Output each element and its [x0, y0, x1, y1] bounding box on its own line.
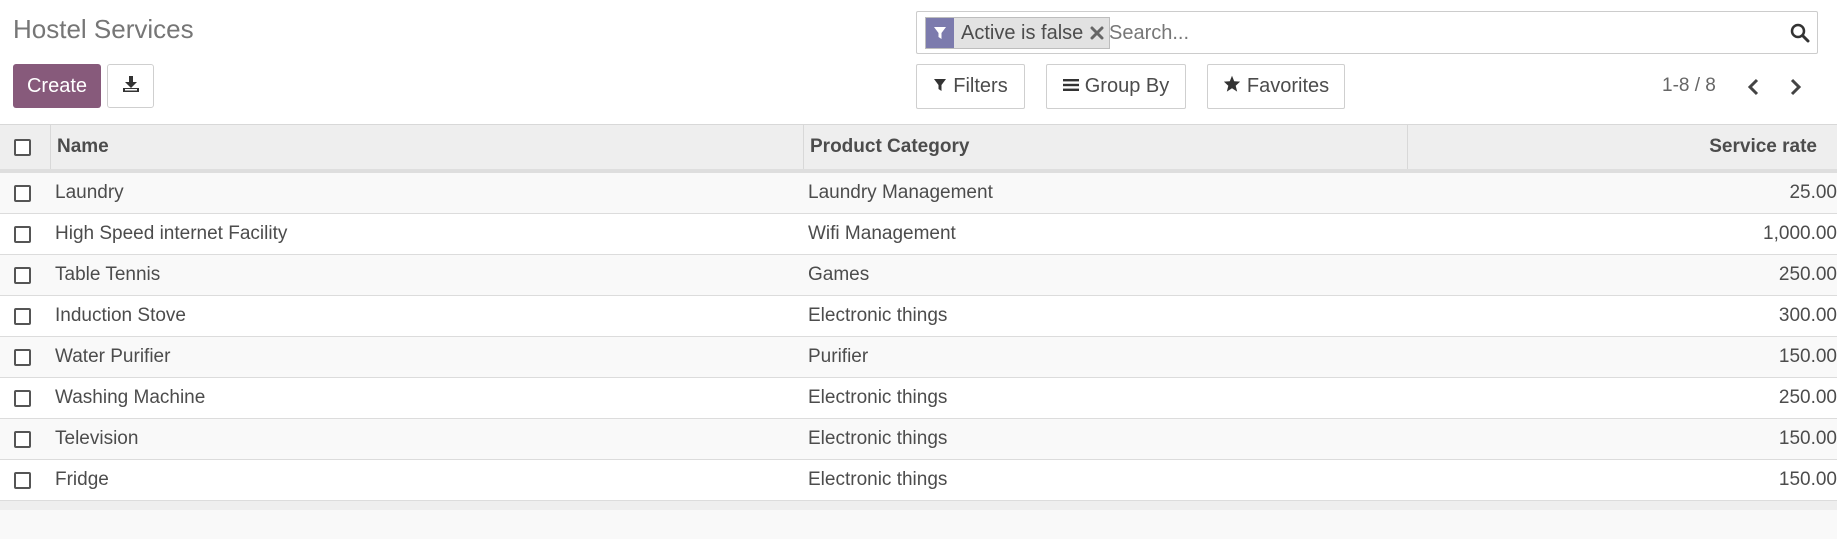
cell-product-category: Wifi Management — [808, 223, 956, 244]
filters-button[interactable]: Filters — [916, 64, 1025, 109]
column-header-name[interactable]: Name — [57, 125, 109, 169]
table-header: Name Product Category Service rate — [0, 124, 1837, 173]
table-row[interactable]: Television Electronic things 150.00 — [0, 419, 1837, 460]
cell-name: Laundry — [55, 182, 124, 203]
cell-service-rate: 300.00 — [1778, 305, 1837, 326]
row-checkbox[interactable] — [13, 184, 31, 202]
cell-name: Television — [55, 428, 139, 449]
cell-product-category: Electronic things — [808, 305, 948, 326]
row-checkbox[interactable] — [13, 348, 31, 366]
search-bar: Active is false — [916, 11, 1818, 54]
filter-icon — [926, 18, 954, 48]
create-button[interactable]: Create — [13, 64, 101, 108]
bars-icon — [1062, 75, 1079, 98]
cell-name: High Speed internet Facility — [55, 223, 288, 244]
column-header-service-rate[interactable]: Service rate — [1417, 125, 1817, 169]
select-all-checkbox-cell — [12, 125, 32, 169]
row-checkbox-cell — [12, 460, 32, 500]
close-icon[interactable] — [1088, 18, 1109, 48]
row-checkbox-cell — [12, 255, 32, 295]
cell-service-rate: 150.00 — [1778, 346, 1837, 367]
table-body: Laundry Laundry Management 25.00 High Speed… — [0, 173, 1837, 501]
star-icon — [1223, 75, 1241, 98]
row-checkbox[interactable] — [13, 266, 31, 284]
cell-service-rate: 1,000.00 — [1763, 223, 1837, 244]
favorites-button[interactable]: Favorites — [1207, 64, 1345, 109]
cell-service-rate: 250.00 — [1778, 264, 1837, 285]
download-button[interactable] — [107, 64, 154, 108]
row-checkbox-cell — [12, 378, 32, 418]
cell-service-rate: 150.00 — [1778, 428, 1837, 449]
cell-product-category: Electronic things — [808, 387, 948, 408]
list-table: Name Product Category Service rate Laund… — [0, 124, 1837, 501]
page-title: Hostel Services — [13, 14, 194, 44]
row-checkbox[interactable] — [13, 430, 31, 448]
filters-label: Filters — [953, 75, 1008, 97]
cell-name: Fridge — [55, 469, 109, 490]
table-row[interactable]: Table Tennis Games 250.00 — [0, 255, 1837, 296]
download-icon — [122, 75, 140, 98]
cell-name: Water Purifier — [55, 346, 171, 367]
page-background — [0, 510, 1837, 539]
row-checkbox-cell — [12, 419, 32, 459]
facet-label: Active is false — [961, 21, 1084, 44]
search-icon[interactable] — [1789, 22, 1811, 44]
favorites-label: Favorites — [1246, 75, 1330, 97]
row-checkbox-cell — [12, 173, 32, 213]
table-row[interactable]: Laundry Laundry Management 25.00 — [0, 173, 1837, 214]
pager-value[interactable]: 1-8 / 8 — [1662, 75, 1716, 97]
table-row[interactable]: Water Purifier Purifier 150.00 — [0, 337, 1837, 378]
search-facet[interactable]: Active is false — [925, 17, 1111, 49]
cell-name: Washing Machine — [55, 387, 206, 408]
cell-service-rate: 25.00 — [1789, 182, 1837, 203]
cell-service-rate: 150.00 — [1778, 469, 1837, 490]
group-by-label: Group By — [1084, 75, 1170, 97]
row-checkbox[interactable] — [13, 225, 31, 243]
row-checkbox[interactable] — [13, 307, 31, 325]
cell-product-category: Purifier — [808, 346, 869, 367]
row-checkbox-cell — [12, 337, 32, 377]
cell-service-rate: 250.00 — [1778, 387, 1837, 408]
row-checkbox-cell — [12, 214, 32, 254]
cell-product-category: Laundry Management — [808, 182, 993, 203]
row-checkbox[interactable] — [13, 389, 31, 407]
cell-product-category: Electronic things — [808, 428, 948, 449]
row-checkbox[interactable] — [13, 471, 31, 489]
table-row[interactable]: Induction Stove Electronic things 300.00 — [0, 296, 1837, 337]
group-by-button[interactable]: Group By — [1046, 64, 1186, 109]
chevron-right-icon[interactable] — [1780, 72, 1810, 102]
table-row[interactable]: High Speed internet Facility Wifi Managem… — [0, 214, 1837, 255]
search-input[interactable] — [1109, 18, 1759, 48]
chevron-left-icon[interactable] — [1739, 72, 1769, 102]
cell-product-category: Electronic things — [808, 469, 948, 490]
filter-icon — [933, 75, 947, 98]
cell-product-category: Games — [808, 264, 870, 285]
table-row[interactable]: Washing Machine Electronic things 250.00 — [0, 378, 1837, 419]
cell-name: Induction Stove — [55, 305, 186, 326]
select-all-checkbox[interactable] — [13, 138, 31, 156]
row-checkbox-cell — [12, 296, 32, 336]
cell-name: Table Tennis — [55, 264, 161, 285]
column-header-category[interactable]: Product Category — [810, 125, 969, 169]
table-row[interactable]: Fridge Electronic things 150.00 — [0, 460, 1837, 501]
